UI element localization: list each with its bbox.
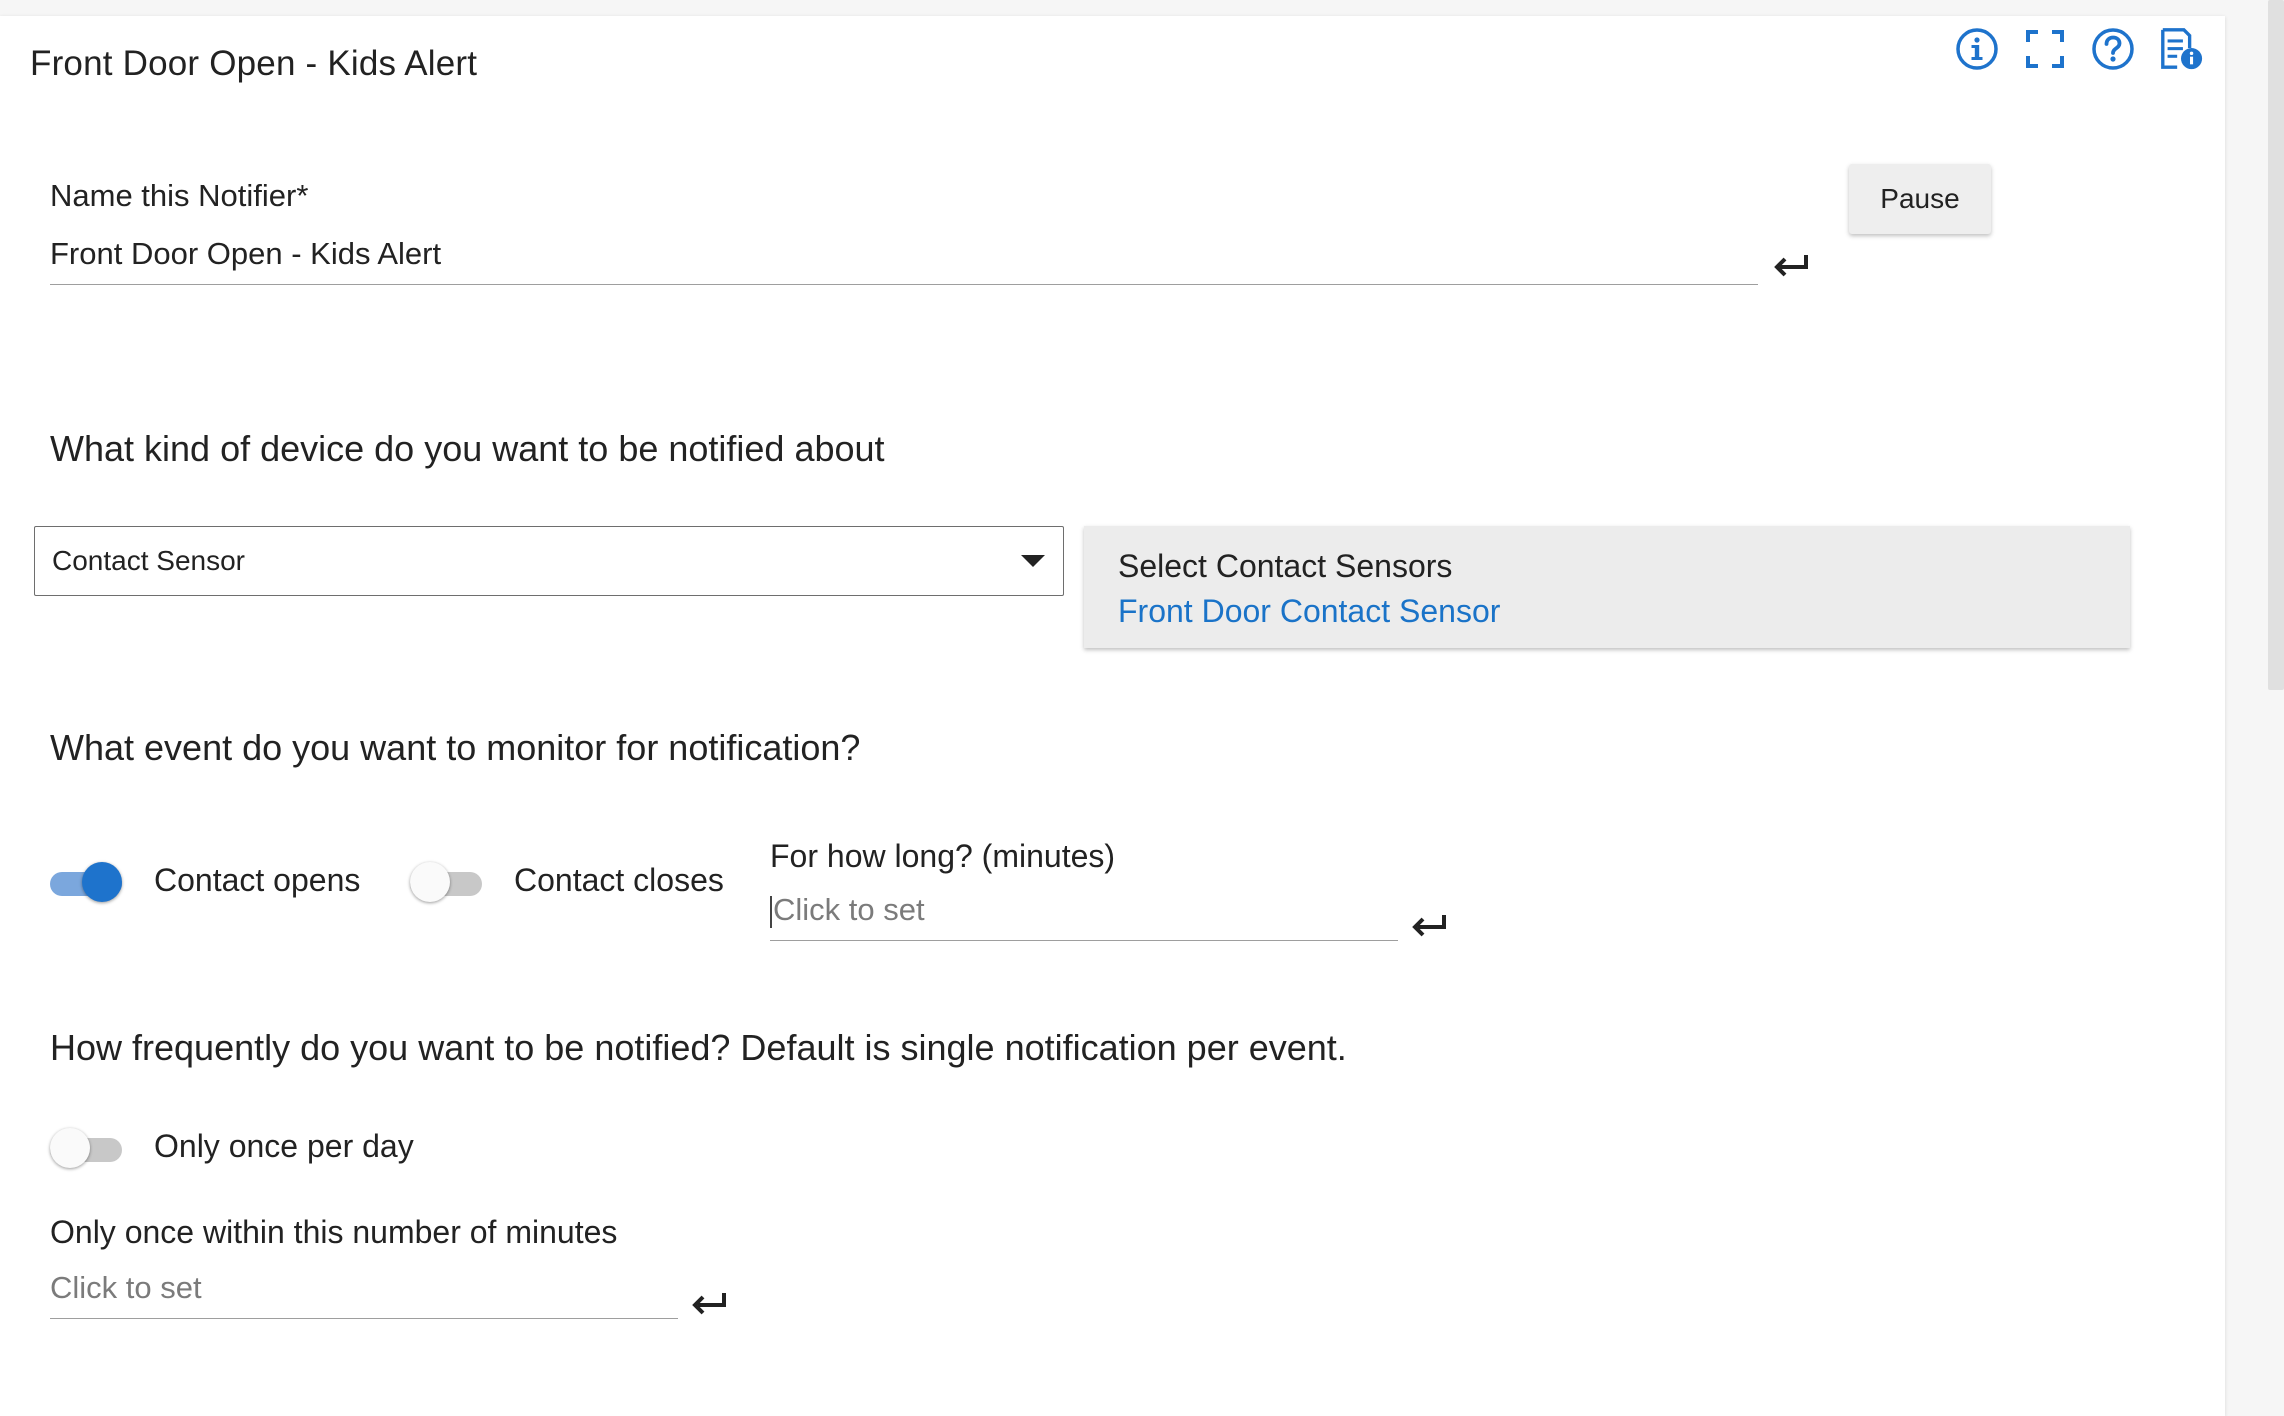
device-picker[interactable]: Select Contact Sensors Front Door Contac… [1084,526,2130,648]
chevron-down-icon [1021,555,1045,567]
device-type-value: Contact Sensor [52,545,245,576]
device-type-select[interactable]: Contact Sensor [34,526,1064,596]
info-icon[interactable] [1954,26,2000,72]
once-per-day-toggle[interactable] [50,1128,122,1168]
enter-icon[interactable] [1410,912,1450,940]
frequency-heading: How frequently do you want to be notifie… [50,1027,1347,1068]
enter-icon[interactable] [1772,252,1812,280]
once-per-day-label: Only once per day [154,1128,414,1164]
contact-closes-label: Contact closes [514,862,724,898]
toggle-knob [410,862,450,902]
contact-opens-toggle[interactable] [50,862,122,902]
pause-button[interactable]: Pause [1849,164,1991,234]
selected-device-link[interactable]: Front Door Contact Sensor [1118,593,2096,630]
duration-input[interactable]: Click to set [770,892,1398,941]
once-within-label: Only once within this number of minutes [50,1214,618,1250]
page-title: Front Door Open - Kids Alert [30,44,478,83]
header-toolbar [1954,26,2204,72]
enter-icon[interactable] [690,1290,730,1318]
event-heading: What event do you want to monitor for no… [50,727,861,768]
app-info-icon[interactable] [2158,26,2204,72]
fullscreen-icon[interactable] [2022,26,2068,72]
duration-placeholder: Click to set [773,892,925,927]
device-picker-title: Select Contact Sensors [1118,548,1453,584]
notifier-name-label: Name this Notifier* [50,178,309,213]
scrollbar[interactable] [2268,0,2284,690]
once-within-input[interactable]: Click to set [50,1270,678,1319]
toggle-knob [82,862,122,902]
duration-label: For how long? (minutes) [770,838,1116,874]
notifier-name-field[interactable]: Front Door Open - Kids Alert [50,236,1758,285]
contact-closes-toggle[interactable] [410,862,482,902]
contact-opens-label: Contact opens [154,862,361,898]
device-type-heading: What kind of device do you want to be no… [50,428,885,469]
text-cursor [770,895,772,928]
toggle-knob [50,1128,90,1168]
help-icon[interactable] [2090,26,2136,72]
